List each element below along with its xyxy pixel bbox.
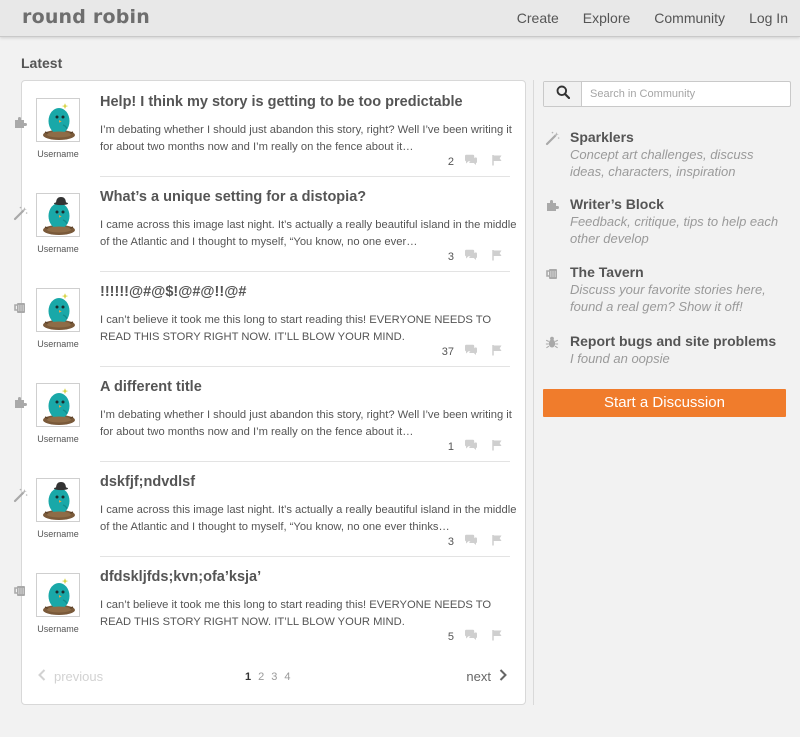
post-excerpt: I’m debating whether I should just aband… [100,409,512,438]
flag-icon[interactable] [491,629,503,644]
post-item[interactable]: Username dfdskljfds;kvn;ofa’ksja’ I can’t … [22,557,527,652]
wand-icon [545,131,561,147]
comment-count: 2 [447,155,454,168]
post-title[interactable]: !!!!!!@#@$!@#@!!@# [100,284,510,300]
post-title[interactable]: dfdskljfds;kvn;ofa’ksja’ [100,569,510,585]
wand-icon [12,487,28,503]
flag-icon[interactable] [491,249,503,264]
post-excerpt: I can’t believe it took me this long to … [100,599,492,628]
nav-login[interactable]: Log In [749,10,788,26]
chevron-right-icon [499,669,507,684]
post-title[interactable]: Help! I think my story is getting to be … [100,94,510,110]
comment-count: 3 [447,535,454,548]
comment-count: 37 [441,345,454,358]
next-link[interactable]: next [466,669,507,684]
nav-create[interactable]: Create [517,10,559,26]
user-avatar[interactable] [36,573,80,617]
user-avatar[interactable] [36,478,80,522]
username[interactable]: Username [28,149,88,159]
page-numbers: 1 2 3 4 [245,671,291,683]
next-label: next [466,669,491,684]
section-title: Latest [21,55,63,71]
post-item[interactable]: Username dskfjf;ndvdlsf I came across this… [22,462,527,557]
user-avatar[interactable] [36,383,80,427]
page-1[interactable]: 1 [245,671,251,683]
username[interactable]: Username [28,339,88,349]
comment-icon[interactable] [464,629,478,644]
post-item[interactable]: Username Help! I think my story is gettin… [22,82,527,177]
post-item[interactable]: Username What’s a unique setting for a di… [22,177,527,272]
comment-count: 3 [447,250,454,263]
post-item[interactable]: Username A different title I’m debating wh… [22,367,527,462]
previous-link[interactable]: previous [38,669,103,684]
mug-icon [545,266,561,282]
pagination: previous 1 2 3 4 next [22,669,527,689]
username[interactable]: Username [28,244,88,254]
comment-count: 5 [447,630,454,643]
nav-explore[interactable]: Explore [583,10,630,26]
comment-icon[interactable] [464,344,478,359]
post-meta: 1 [448,439,503,454]
previous-label: previous [54,669,104,684]
post-meta: 2 [448,154,503,169]
puzzle-icon [545,198,561,214]
category-name[interactable]: The Tavern [570,264,644,280]
chevron-left-icon [38,669,46,684]
category-description: Concept art challenges, discuss ideas, c… [570,147,754,179]
user-avatar[interactable] [36,288,80,332]
flag-icon[interactable] [491,534,503,549]
username[interactable]: Username [28,529,88,539]
category-name[interactable]: Report bugs and site problems [570,333,776,349]
flag-icon[interactable] [491,439,503,454]
flag-icon[interactable] [491,344,503,359]
search-icon [556,85,570,104]
comment-icon[interactable] [464,154,478,169]
category-description: Feedback, critique, tips to help each ot… [570,214,779,246]
comment-icon[interactable] [464,249,478,264]
category-name[interactable]: Sparklers [570,129,634,145]
post-excerpt: I came across this image last night. It’… [100,504,517,533]
community-search [543,81,791,107]
main-nav: Create Explore Community Log In [517,10,788,26]
post-item[interactable]: Username !!!!!!@#@$!@#@!!@# I can’t believ… [22,272,527,367]
nav-community[interactable]: Community [654,10,725,26]
comment-icon[interactable] [464,439,478,454]
page-4[interactable]: 4 [284,671,290,683]
latest-feed: previous 1 2 3 4 next Username Help! I th… [13,80,527,705]
mug-icon [12,299,28,315]
user-avatar[interactable] [36,98,80,142]
comment-count: 1 [447,440,454,453]
category-name[interactable]: Writer’s Block [570,196,664,212]
post-meta: 37 [442,344,503,359]
site-logo[interactable]: round robin [22,6,150,28]
post-meta: 3 [448,249,503,264]
search-input[interactable] [582,82,787,106]
category-description: Discuss your favorite stories here, foun… [570,282,766,314]
puzzle-icon [12,394,28,410]
category-description: I found an oopsie [570,351,670,366]
page-3[interactable]: 3 [271,671,277,683]
search-button[interactable] [544,82,582,106]
flag-icon[interactable] [491,154,503,169]
post-excerpt: I came across this image last night. It’… [100,219,517,248]
sidebar-divider [533,80,534,705]
username[interactable]: Username [28,434,88,444]
wand-icon [12,205,28,221]
bug-icon [545,335,561,351]
comment-icon[interactable] [464,534,478,549]
top-bar: round robin Create Explore Community Log… [0,0,800,37]
user-avatar[interactable] [36,193,80,237]
username[interactable]: Username [28,624,88,634]
post-title[interactable]: What’s a unique setting for a distopia? [100,189,510,205]
mug-icon [12,582,28,598]
post-meta: 3 [448,534,503,549]
puzzle-icon [12,114,28,130]
post-title[interactable]: dskfjf;ndvdlsf [100,474,510,490]
post-title[interactable]: A different title [100,379,510,395]
post-excerpt: I’m debating whether I should just aband… [100,124,512,153]
start-discussion-button[interactable]: Start a Discussion [543,389,786,417]
page-2[interactable]: 2 [258,671,264,683]
post-meta: 5 [448,629,503,644]
post-excerpt: I can’t believe it took me this long to … [100,314,492,343]
